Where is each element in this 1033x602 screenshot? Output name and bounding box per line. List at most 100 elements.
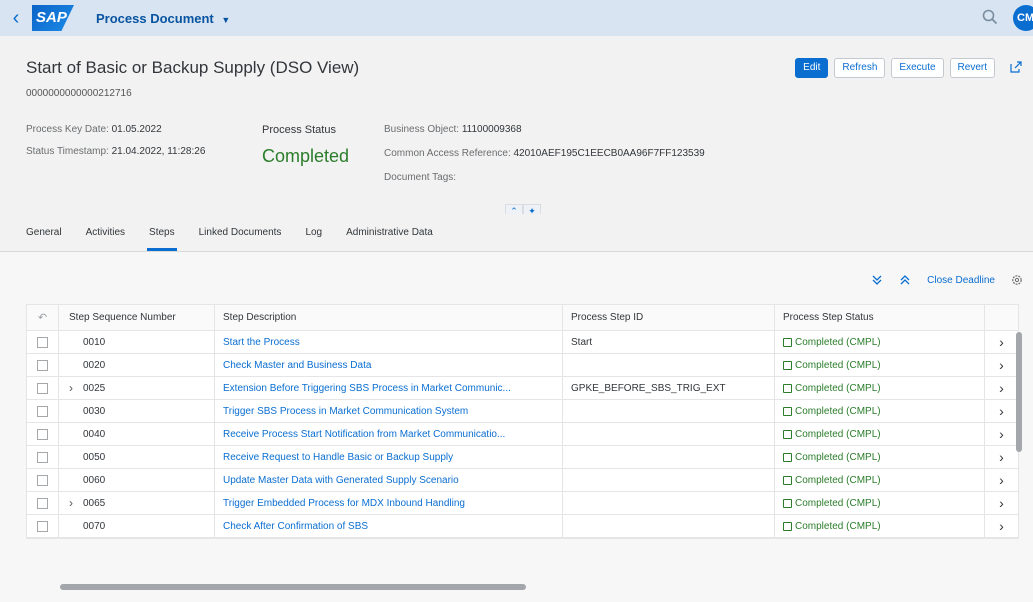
table-row[interactable]: › 0025 Extension Before Triggering SBS Pr… <box>27 377 1018 400</box>
user-avatar[interactable]: CM <box>1013 5 1033 31</box>
table-row[interactable]: 0050 Receive Request to Handle Basic or … <box>27 446 1018 469</box>
step-description-link[interactable]: Receive Request to Handle Basic or Backu… <box>223 452 453 463</box>
document-number: 0000000000000212716 <box>26 88 132 99</box>
chevron-right-icon[interactable]: › <box>985 400 1018 422</box>
chevron-right-icon[interactable]: › <box>985 515 1018 537</box>
step-description-link[interactable]: Trigger SBS Process in Market Communicat… <box>223 406 468 417</box>
steps-table: ↶ Step Sequence Number Step Description … <box>26 304 1019 539</box>
row-checkbox[interactable] <box>37 428 48 440</box>
step-seq: 0020 <box>83 359 106 371</box>
step-description-link[interactable]: Receive Process Start Notification from … <box>223 429 505 440</box>
section-tabs: General Activities Steps Linked Document… <box>0 214 1033 252</box>
step-id <box>563 354 775 376</box>
tab-activities[interactable]: Activities <box>86 214 125 251</box>
common-access-reference: Common Access Reference: 42010AEF195C1EE… <box>384 148 705 159</box>
select-all-cell: ↶ <box>27 305 59 330</box>
status-square-icon <box>783 521 792 531</box>
step-status: Completed (CMPL) <box>783 337 881 348</box>
chevron-right-icon[interactable]: › <box>985 354 1018 376</box>
status-square-icon <box>783 429 792 439</box>
table-row[interactable]: 0070 Check After Confirmation of SBS Com… <box>27 515 1018 538</box>
step-id <box>563 400 775 422</box>
collapse-all-icon[interactable] <box>899 274 911 286</box>
status-square-icon <box>783 452 792 462</box>
tab-administrative-data[interactable]: Administrative Data <box>346 214 433 251</box>
edit-button[interactable]: Edit <box>795 58 829 78</box>
step-id: Start <box>563 331 775 353</box>
row-checkbox[interactable] <box>37 382 48 394</box>
close-deadline-button[interactable]: Close Deadline <box>927 275 995 286</box>
chevron-right-icon[interactable]: › <box>985 423 1018 445</box>
tab-steps[interactable]: Steps <box>147 214 177 251</box>
column-header-id[interactable]: Process Step ID <box>563 305 775 330</box>
expand-all-icon[interactable] <box>871 274 883 286</box>
step-status: Completed (CMPL) <box>783 452 881 463</box>
step-seq: 0040 <box>83 428 106 440</box>
row-checkbox[interactable] <box>37 451 48 463</box>
app-title-menu[interactable]: Process Document ▼ <box>96 11 230 26</box>
step-description-link[interactable]: Update Master Data with Generated Supply… <box>223 475 459 486</box>
step-id: GPKE_BEFORE_SBS_TRIG_EXT <box>563 377 775 399</box>
chevron-right-icon[interactable]: › <box>985 446 1018 468</box>
back-button[interactable]: ‹ <box>0 7 32 30</box>
row-checkbox[interactable] <box>37 359 48 371</box>
table-row[interactable]: 0030 Trigger SBS Process in Market Commu… <box>27 400 1018 423</box>
table-row[interactable]: 0020 Check Master and Business Data Comp… <box>27 354 1018 377</box>
table-row[interactable]: 0040 Receive Process Start Notification … <box>27 423 1018 446</box>
step-status: Completed (CMPL) <box>783 406 881 417</box>
settings-gear-icon[interactable] <box>1011 274 1023 286</box>
step-description-link[interactable]: Check After Confirmation of SBS <box>223 521 368 532</box>
tab-general[interactable]: General <box>26 214 62 251</box>
step-status: Completed (CMPL) <box>783 521 881 532</box>
column-header-desc[interactable]: Step Description <box>215 305 563 330</box>
step-seq: 0070 <box>83 520 106 532</box>
tab-linked-documents[interactable]: Linked Documents <box>199 214 282 251</box>
row-checkbox[interactable] <box>37 474 48 486</box>
process-status-label: Process Status <box>262 124 336 136</box>
chevron-right-icon[interactable]: › <box>985 331 1018 353</box>
status-square-icon <box>783 383 792 393</box>
tab-log[interactable]: Log <box>305 214 322 251</box>
table-row[interactable]: 0010 Start the Process Start Completed (… <box>27 331 1018 354</box>
row-checkbox[interactable] <box>37 497 48 509</box>
row-checkbox[interactable] <box>37 405 48 417</box>
step-description-link[interactable]: Extension Before Triggering SBS Process … <box>223 383 511 394</box>
column-header-status[interactable]: Process Step Status <box>775 305 985 330</box>
undo-selection-icon[interactable]: ↶ <box>38 311 47 324</box>
column-header-seq[interactable]: Step Sequence Number <box>59 305 215 330</box>
chevron-right-icon[interactable]: › <box>985 377 1018 399</box>
step-seq: 0050 <box>83 451 106 463</box>
refresh-button[interactable]: Refresh <box>834 58 886 78</box>
status-square-icon <box>783 475 792 485</box>
table-row[interactable]: 0060 Update Master Data with Generated S… <box>27 469 1018 492</box>
execute-button[interactable]: Execute <box>891 58 944 78</box>
step-status: Completed (CMPL) <box>783 498 881 509</box>
business-object: Business Object: 11100009368 <box>384 124 522 135</box>
search-icon[interactable] <box>981 8 999 26</box>
chevron-right-icon[interactable]: › <box>985 469 1018 491</box>
sap-logo[interactable]: SAP <box>32 5 74 31</box>
share-icon[interactable] <box>1009 60 1023 74</box>
horizontal-scrollbar[interactable] <box>60 584 526 590</box>
revert-button[interactable]: Revert <box>949 58 995 78</box>
table-row[interactable]: › 0065 Trigger Embedded Process for MDX I… <box>27 492 1018 515</box>
status-square-icon <box>783 360 792 370</box>
step-description-link[interactable]: Trigger Embedded Process for MDX Inbound… <box>223 498 465 509</box>
status-square-icon <box>783 498 792 508</box>
row-checkbox[interactable] <box>37 520 48 532</box>
column-header-nav <box>985 305 1018 330</box>
row-checkbox[interactable] <box>37 336 48 348</box>
shell-bar: ‹ SAP Process Document ▼ CM <box>0 0 1033 36</box>
table-header-row: ↶ Step Sequence Number Step Description … <box>27 305 1018 331</box>
step-seq: 0025 <box>83 382 106 394</box>
step-seq: 0060 <box>83 474 106 486</box>
steps-section: Close Deadline ↶ Step Sequence Number St… <box>0 252 1033 602</box>
step-description-link[interactable]: Check Master and Business Data <box>223 360 371 371</box>
expand-row-icon[interactable]: › <box>69 381 83 395</box>
page-title: Start of Basic or Backup Supply (DSO Vie… <box>26 58 360 77</box>
object-header: Start of Basic or Backup Supply (DSO Vie… <box>0 36 1033 216</box>
expand-row-icon[interactable]: › <box>69 496 83 510</box>
step-description-link[interactable]: Start the Process <box>223 337 300 348</box>
chevron-right-icon[interactable]: › <box>985 492 1018 514</box>
vertical-scrollbar[interactable] <box>1016 332 1022 452</box>
